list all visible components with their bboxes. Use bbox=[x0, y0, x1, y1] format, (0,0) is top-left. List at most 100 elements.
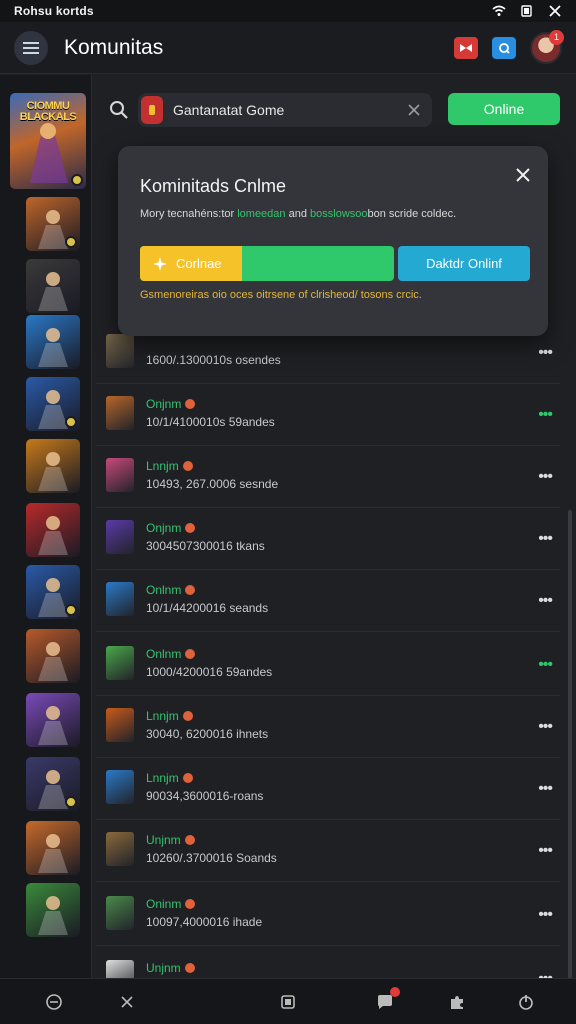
app-bar-actions: 1 bbox=[454, 29, 564, 64]
status-label: Onjnm bbox=[146, 521, 196, 535]
dialog-description: Mory tecnahéns:tor lomeedan and bosslows… bbox=[140, 208, 456, 220]
game-thumb[interactable] bbox=[26, 377, 80, 431]
game-icon bbox=[106, 646, 134, 680]
list-item[interactable]: Lnnjm 10493, 267.0006 sesnde ••• bbox=[96, 446, 560, 508]
game-thumb[interactable] bbox=[26, 197, 80, 251]
more-options-icon[interactable]: ••• bbox=[538, 468, 553, 486]
game-thumb[interactable] bbox=[26, 883, 80, 937]
clear-icon[interactable] bbox=[406, 102, 422, 118]
share-button[interactable] bbox=[492, 36, 516, 59]
list-item[interactable]: Onlnm 1000/4200016 59andes ••• bbox=[96, 634, 560, 696]
list-item[interactable]: Onjnm 3004507300016 tkans ••• bbox=[96, 508, 560, 570]
game-thumb[interactable] bbox=[26, 821, 80, 875]
more-options-icon[interactable]: ••• bbox=[538, 656, 553, 674]
more-options-icon[interactable]: ••• bbox=[538, 906, 553, 924]
flame-icon bbox=[185, 399, 196, 409]
more-options-icon[interactable]: ••• bbox=[538, 344, 553, 362]
game-thumb[interactable] bbox=[26, 439, 80, 493]
chat-badge bbox=[390, 987, 400, 997]
list-item[interactable]: Unjnm ••• bbox=[96, 948, 560, 978]
sparkle-icon bbox=[153, 256, 167, 271]
status-text: Lnnjm bbox=[146, 709, 179, 723]
share-icon bbox=[499, 42, 510, 54]
more-options-icon[interactable]: ••• bbox=[538, 406, 553, 424]
puzzle-icon bbox=[451, 996, 463, 1009]
character-art-icon bbox=[38, 452, 68, 491]
row-meta: 1600/.1300010s osendes bbox=[146, 353, 281, 367]
app-bar: Komunitas 1 bbox=[0, 22, 576, 74]
list-item[interactable]: Lnnjm 30040, 6200016 ihnets ••• bbox=[96, 696, 560, 758]
game-thumb[interactable] bbox=[26, 503, 80, 557]
list-item[interactable]: Onlnm 10/1/44200016 seands ••• bbox=[96, 570, 560, 632]
game-thumb[interactable] bbox=[26, 259, 80, 313]
character-art-icon bbox=[38, 516, 68, 555]
game-thumb[interactable] bbox=[26, 757, 80, 811]
search-row: Gantanatat Gome Online bbox=[104, 90, 564, 130]
more-options-icon[interactable]: ••• bbox=[538, 780, 553, 798]
online-button[interactable]: Online bbox=[448, 93, 560, 125]
dialog-title: Kominitads Cnlme bbox=[140, 176, 287, 196]
more-options-icon[interactable]: ••• bbox=[538, 842, 553, 860]
search-input[interactable]: Gantanatat Gome bbox=[138, 93, 432, 127]
video-button[interactable] bbox=[454, 36, 478, 59]
menu-button[interactable] bbox=[14, 30, 48, 65]
character-art-icon bbox=[38, 272, 68, 311]
game-icon bbox=[106, 960, 134, 978]
status-text: Lnnjm bbox=[146, 771, 179, 785]
screen: Rohsu kortds Komunitas 1 CIOMMU BLACKALS… bbox=[0, 0, 576, 1024]
more-options-icon[interactable]: ••• bbox=[538, 530, 553, 548]
search-value: Gantanatat Gome bbox=[173, 102, 285, 118]
nav-close[interactable] bbox=[116, 991, 138, 1013]
status-label: Onjnm bbox=[146, 397, 196, 411]
game-logo-icon bbox=[149, 105, 155, 115]
avatar[interactable]: 1 bbox=[530, 29, 564, 64]
game-thumb[interactable] bbox=[26, 693, 80, 747]
close-icon bbox=[121, 996, 133, 1008]
search-icon[interactable] bbox=[108, 99, 130, 121]
desc-highlight-1: lomeedan bbox=[237, 208, 286, 220]
row-meta: 90034,3600016-roans bbox=[146, 789, 264, 803]
list-item[interactable]: Oninm 10097,4000016 ihade ••• bbox=[96, 884, 560, 946]
game-thumb[interactable] bbox=[26, 315, 80, 369]
nav-puzzle[interactable] bbox=[446, 991, 468, 1013]
game-icon bbox=[106, 582, 134, 616]
row-meta: 30040, 6200016 ihnets bbox=[146, 727, 269, 741]
character-art-icon bbox=[38, 834, 68, 873]
page-title: Komunitas bbox=[64, 35, 164, 59]
game-thumb[interactable] bbox=[26, 565, 80, 619]
status-text: Oninm bbox=[146, 897, 182, 911]
notification-badge: 1 bbox=[549, 29, 564, 45]
game-icon bbox=[106, 396, 134, 430]
status-label: Lnnjm bbox=[146, 771, 193, 785]
continue-button[interactable]: Corlnae bbox=[140, 246, 394, 281]
dialog-note: Gsmenoreiras oio oces oitrsene of clrish… bbox=[140, 289, 422, 301]
nav-power[interactable] bbox=[515, 991, 537, 1013]
close-icon[interactable] bbox=[514, 166, 532, 184]
flame-icon bbox=[182, 461, 193, 471]
character-art-icon bbox=[38, 642, 68, 681]
list-item[interactable]: Onjnm 10/1/4100010s 59andes ••• bbox=[96, 384, 560, 446]
list-item[interactable]: Lnnjm 90034,3600016-roans ••• bbox=[96, 758, 560, 820]
go-online-button[interactable]: Daktdr Onlinf bbox=[398, 246, 530, 281]
desc-text-2: and bbox=[285, 208, 311, 220]
online-dot bbox=[65, 604, 77, 616]
nav-library[interactable] bbox=[277, 991, 299, 1013]
character-art-icon bbox=[38, 896, 68, 935]
circle-minus-icon bbox=[46, 994, 62, 1010]
status-icons bbox=[492, 5, 562, 17]
nav-home[interactable] bbox=[43, 991, 65, 1013]
online-dot bbox=[65, 236, 77, 248]
more-options-icon[interactable]: ••• bbox=[538, 592, 553, 610]
continue-button-segment: Corlnae bbox=[140, 246, 242, 281]
more-options-icon[interactable]: ••• bbox=[538, 718, 553, 736]
featured-game-thumb[interactable]: CIOMMU BLACKALS bbox=[10, 93, 86, 189]
status-label: Oninm bbox=[146, 897, 196, 911]
more-options-icon[interactable]: ••• bbox=[538, 970, 553, 978]
power-icon bbox=[519, 995, 533, 1010]
scrollbar[interactable] bbox=[568, 510, 572, 980]
flame-icon bbox=[185, 585, 196, 595]
nav-chat[interactable] bbox=[374, 987, 400, 1013]
list-item[interactable]: Unjnm 10260/.3700016 Soands ••• bbox=[96, 820, 560, 882]
game-rail: CIOMMU BLACKALS bbox=[0, 75, 92, 978]
game-thumb[interactable] bbox=[26, 629, 80, 683]
